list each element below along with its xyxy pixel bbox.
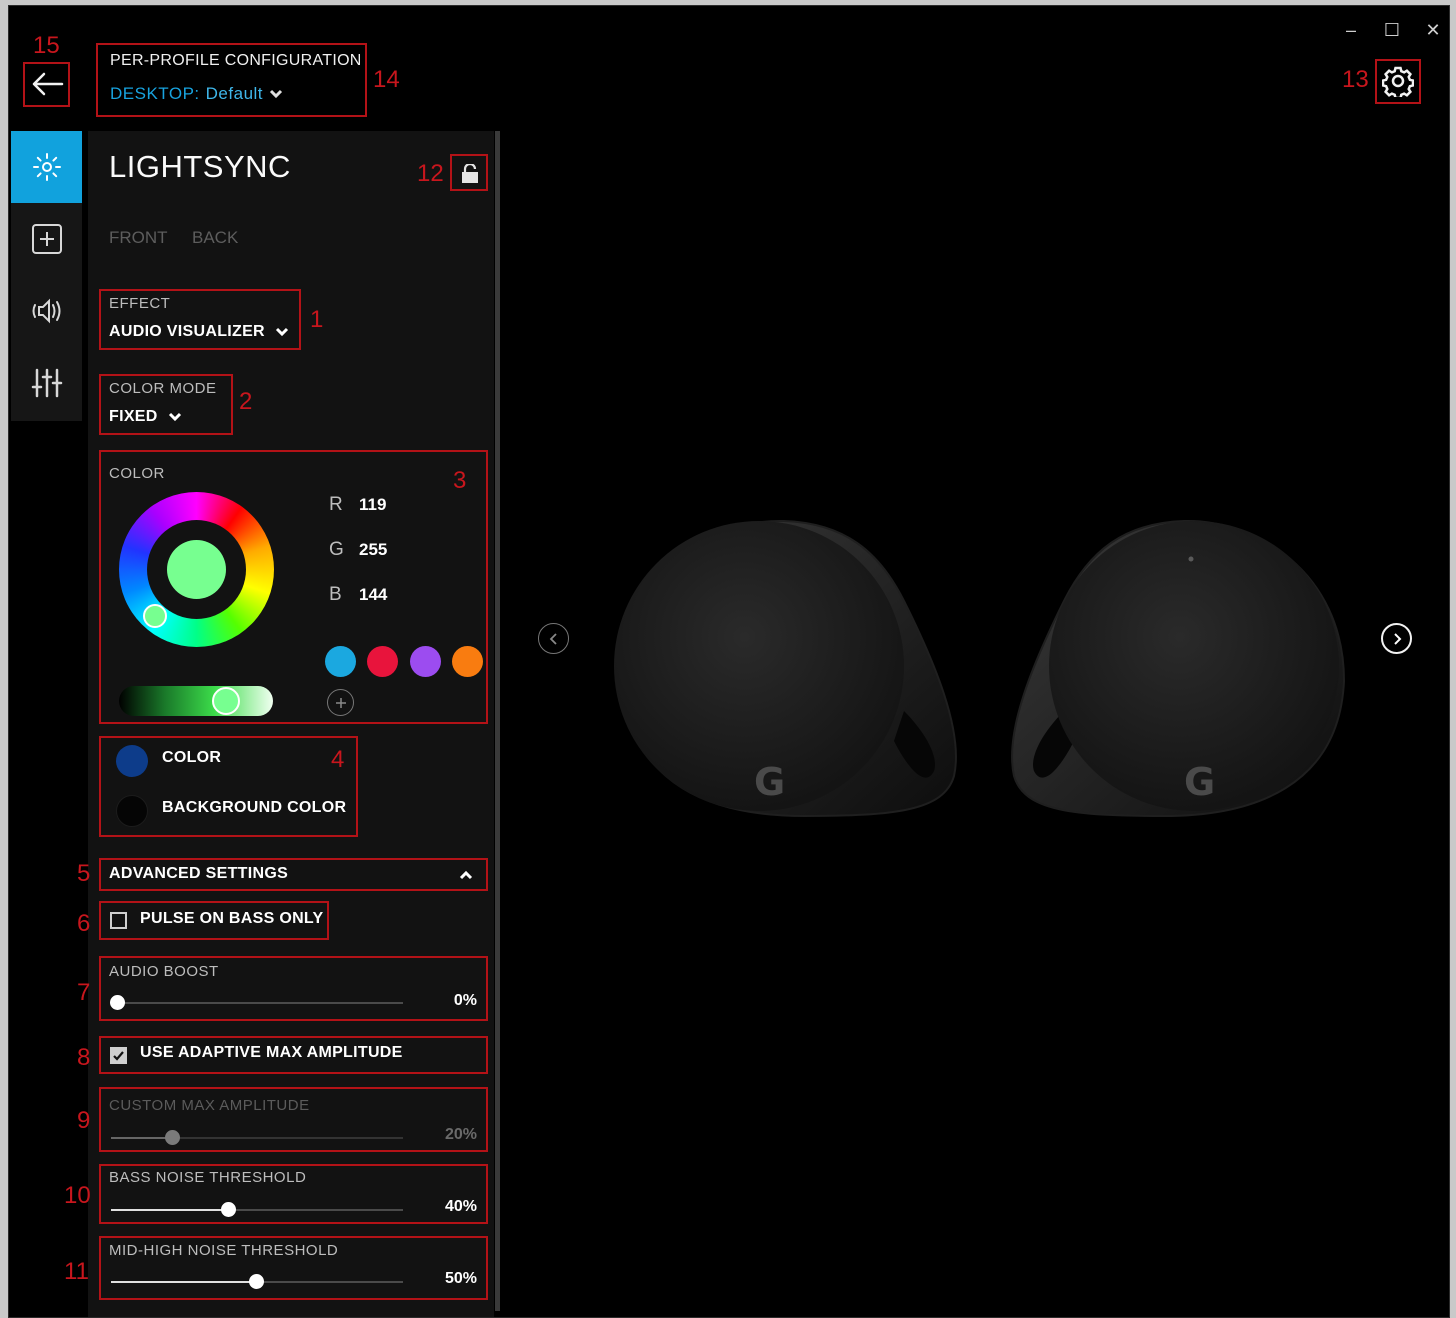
callout-box-7	[99, 956, 488, 1021]
callout-box-6	[99, 901, 329, 940]
callout-5: 5	[77, 860, 91, 887]
callout-box-13	[1375, 59, 1421, 104]
plus-square-icon	[31, 224, 62, 254]
callout-15: 15	[33, 32, 60, 59]
callout-8: 8	[77, 1044, 91, 1071]
callout-7: 7	[77, 979, 91, 1006]
callout-box-4	[99, 736, 358, 837]
maximize-button[interactable]: ☐	[1380, 18, 1404, 42]
tab-front[interactable]: FRONT	[109, 228, 168, 248]
callout-12: 12	[417, 160, 444, 187]
callout-1: 1	[310, 306, 324, 333]
callout-box-15	[23, 62, 70, 107]
callout-box-5	[99, 858, 488, 891]
g-logo-icon: G	[1184, 760, 1215, 804]
callout-2: 2	[239, 388, 253, 415]
panel-title: LIGHTSYNC	[109, 149, 291, 184]
sun-icon	[32, 153, 61, 181]
previous-view-button[interactable]	[538, 623, 569, 654]
callout-box-2	[99, 374, 233, 435]
g-logo-icon: G	[754, 760, 785, 804]
tab-back[interactable]: BACK	[192, 228, 238, 248]
speaker-icon	[32, 298, 60, 324]
rail-item-lightsync[interactable]	[11, 131, 82, 203]
rail-item-audio[interactable]	[11, 275, 82, 347]
callout-11: 11	[64, 1258, 89, 1285]
chevron-left-icon	[549, 632, 557, 645]
left-speaker: G	[614, 519, 957, 818]
callout-4: 4	[331, 746, 345, 773]
callout-13: 13	[1342, 66, 1369, 93]
next-view-button[interactable]	[1381, 623, 1412, 654]
callout-box-10	[99, 1164, 488, 1224]
rail-item-equalizer[interactable]	[11, 347, 82, 419]
callout-6: 6	[77, 910, 91, 937]
callout-9: 9	[77, 1107, 91, 1134]
speakers-image: G G	[614, 519, 1346, 818]
callout-box-12	[450, 154, 488, 191]
callout-box-1	[99, 289, 301, 350]
callout-box-11	[99, 1236, 488, 1300]
callout-3: 3	[453, 467, 467, 494]
equalizer-icon	[31, 368, 62, 398]
minimize-button[interactable]: –	[1339, 18, 1363, 42]
rail-item-assignments[interactable]	[11, 203, 82, 275]
callout-box-14	[96, 43, 367, 117]
chevron-right-icon	[1393, 632, 1401, 645]
panel-scrollbar[interactable]	[495, 131, 500, 1311]
ghub-window: – ☐ ✕ 15 PER-PROFILE CONFIGURATION DESKT…	[8, 5, 1450, 1318]
callout-14: 14	[373, 66, 400, 93]
close-button[interactable]: ✕	[1421, 18, 1445, 42]
callout-box-9	[99, 1087, 488, 1152]
callout-box-3	[99, 450, 488, 724]
left-nav-rail	[11, 131, 82, 421]
right-speaker: G	[1011, 519, 1346, 818]
callout-box-8	[99, 1036, 488, 1074]
callout-10: 10	[64, 1182, 91, 1209]
